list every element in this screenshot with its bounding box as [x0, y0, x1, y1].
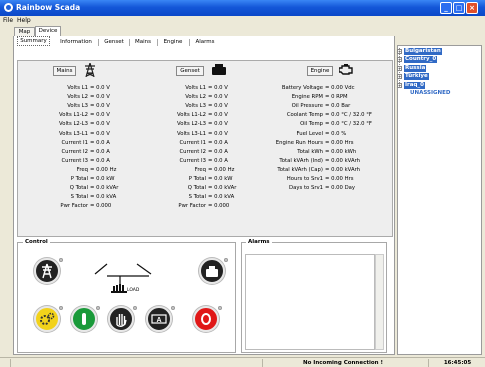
menu-help[interactable]: Help: [17, 17, 31, 25]
engine-row-label: Total kVArh (Ind): [279, 157, 323, 164]
tower-icon: [84, 62, 96, 78]
menu-bar: [0, 16, 485, 26]
engine-row-label: Battery Voltage: [281, 85, 323, 91]
window-title: Rainbow Scada: [16, 3, 81, 12]
engine-row-label: Coolant Temp: [286, 112, 323, 119]
engine-row-value: = 0.0 Bar: [325, 103, 351, 110]
engine-row-label: Oil Temp: [300, 121, 323, 128]
minimize-button[interactable]: _: [440, 2, 452, 14]
menu-file[interactable]: File: [3, 17, 13, 25]
engine-row-value: = 0.0 °C / 32.0 °F: [325, 121, 372, 128]
engine-row-value: = 0.00 kWh: [325, 148, 357, 155]
clock: 16:45:05: [428, 359, 485, 367]
engine-row-value: = 0.00 Hrs: [325, 139, 354, 146]
alarms-title: Alarms: [246, 238, 272, 246]
manual-mode-button[interactable]: [108, 306, 134, 332]
genset-row-value: = 0.0 kVA: [208, 194, 235, 201]
tab-engine[interactable]: Engine: [159, 38, 187, 47]
stop-button[interactable]: [193, 306, 219, 332]
tab-information[interactable]: Information: [55, 38, 97, 47]
engine-row-value: = 0.00 Day: [325, 185, 356, 192]
engine-row-value: = 0.00 Vdc: [325, 85, 355, 91]
tab-divider: [157, 39, 158, 46]
run-button[interactable]: [71, 306, 97, 332]
tree-expander[interactable]: +: [397, 82, 402, 88]
engine-row-value: = 0.0 °C / 32.0 °F: [325, 112, 372, 119]
connection-status: No Incoming Connection !: [262, 359, 423, 367]
tree-item[interactable]: Bulgaristan: [404, 48, 442, 55]
run-led: [96, 306, 100, 310]
engine-row-label: Fuel Level: [296, 130, 323, 137]
test-mode-led: [59, 306, 63, 310]
maximize-button[interactable]: □: [453, 2, 465, 14]
tab-summary[interactable]: Summary: [17, 36, 50, 46]
tree-item[interactable]: Russia: [404, 64, 427, 72]
tree-item-unassigned[interactable]: UNASSIGNED: [410, 90, 451, 97]
tree-expander[interactable]: +: [397, 49, 402, 54]
auto-mode-led: [171, 306, 175, 310]
svg-text:A: A: [156, 317, 161, 324]
close-button[interactable]: ×: [466, 2, 478, 14]
auto-mode-button[interactable]: A: [146, 306, 172, 332]
engine-row-label: Engine RPM: [291, 94, 323, 101]
mains-contactor-button[interactable]: [34, 258, 60, 284]
tab-alarms[interactable]: Alarms: [191, 38, 219, 47]
engine-row-label: Oil Pressure: [291, 103, 323, 110]
engine-row-value: = 0 RPM: [325, 94, 348, 101]
tree-item[interactable]: Country_0: [404, 56, 438, 64]
tree-expander[interactable]: +: [397, 57, 402, 63]
tree-item[interactable]: Türkiye: [404, 73, 429, 81]
mains-column-title: Mains: [53, 66, 76, 76]
tab-device[interactable]: Device: [35, 26, 61, 36]
engine-row-value: = 0.00 kVArh: [325, 157, 361, 164]
manual-mode-led: [133, 306, 137, 310]
engine-icon: [338, 64, 354, 75]
generator-icon: [212, 64, 226, 75]
engine-column-title: Engine: [307, 66, 333, 76]
engine-row-label: Hours to Srv1: [286, 176, 323, 182]
tab-genset[interactable]: Genset: [101, 38, 127, 47]
engine-row-label: Total kWh: [297, 148, 323, 155]
tree-expander[interactable]: +: [397, 65, 402, 71]
tab-divider: [189, 39, 190, 46]
load-label: LOAD: [127, 288, 140, 293]
alarms-list[interactable]: [245, 254, 375, 350]
tree-expander[interactable]: +: [397, 74, 402, 80]
tab-map[interactable]: Map: [14, 27, 35, 36]
engine-row-label: Total kVArh (Cap): [277, 166, 323, 173]
status-cell-empty: [10, 359, 261, 367]
tab-divider: [129, 39, 130, 46]
stop-led: [218, 306, 222, 310]
genset-column-title: Genset: [176, 66, 204, 76]
engine-row-value: = 0.00 kVArh: [325, 166, 361, 173]
tree-item[interactable]: Iraq_0: [404, 81, 425, 89]
test-mode-button[interactable]: [34, 306, 60, 332]
engine-row-value: = 0.0 %: [325, 130, 347, 137]
genset-status-led: [224, 258, 228, 262]
engine-row-label: Days to Srv1: [289, 185, 323, 192]
genset-row-label: S Total: [188, 194, 206, 201]
app-icon: [4, 3, 13, 12]
genset-row-label: Pwr Factor: [178, 203, 206, 210]
tab-divider: [98, 39, 99, 46]
genset-row-value: = 0.000: [208, 203, 230, 210]
control-title: Control: [23, 238, 50, 246]
engine-row-value: = 0.00 Hrs: [325, 176, 354, 182]
genset-contactor-button[interactable]: [199, 258, 225, 284]
engine-row-label: Engine Run Hours: [275, 139, 323, 146]
mains-status-led: [59, 258, 63, 262]
alarms-scrollbar[interactable]: [375, 254, 384, 350]
tab-mains[interactable]: Mains: [131, 38, 155, 47]
